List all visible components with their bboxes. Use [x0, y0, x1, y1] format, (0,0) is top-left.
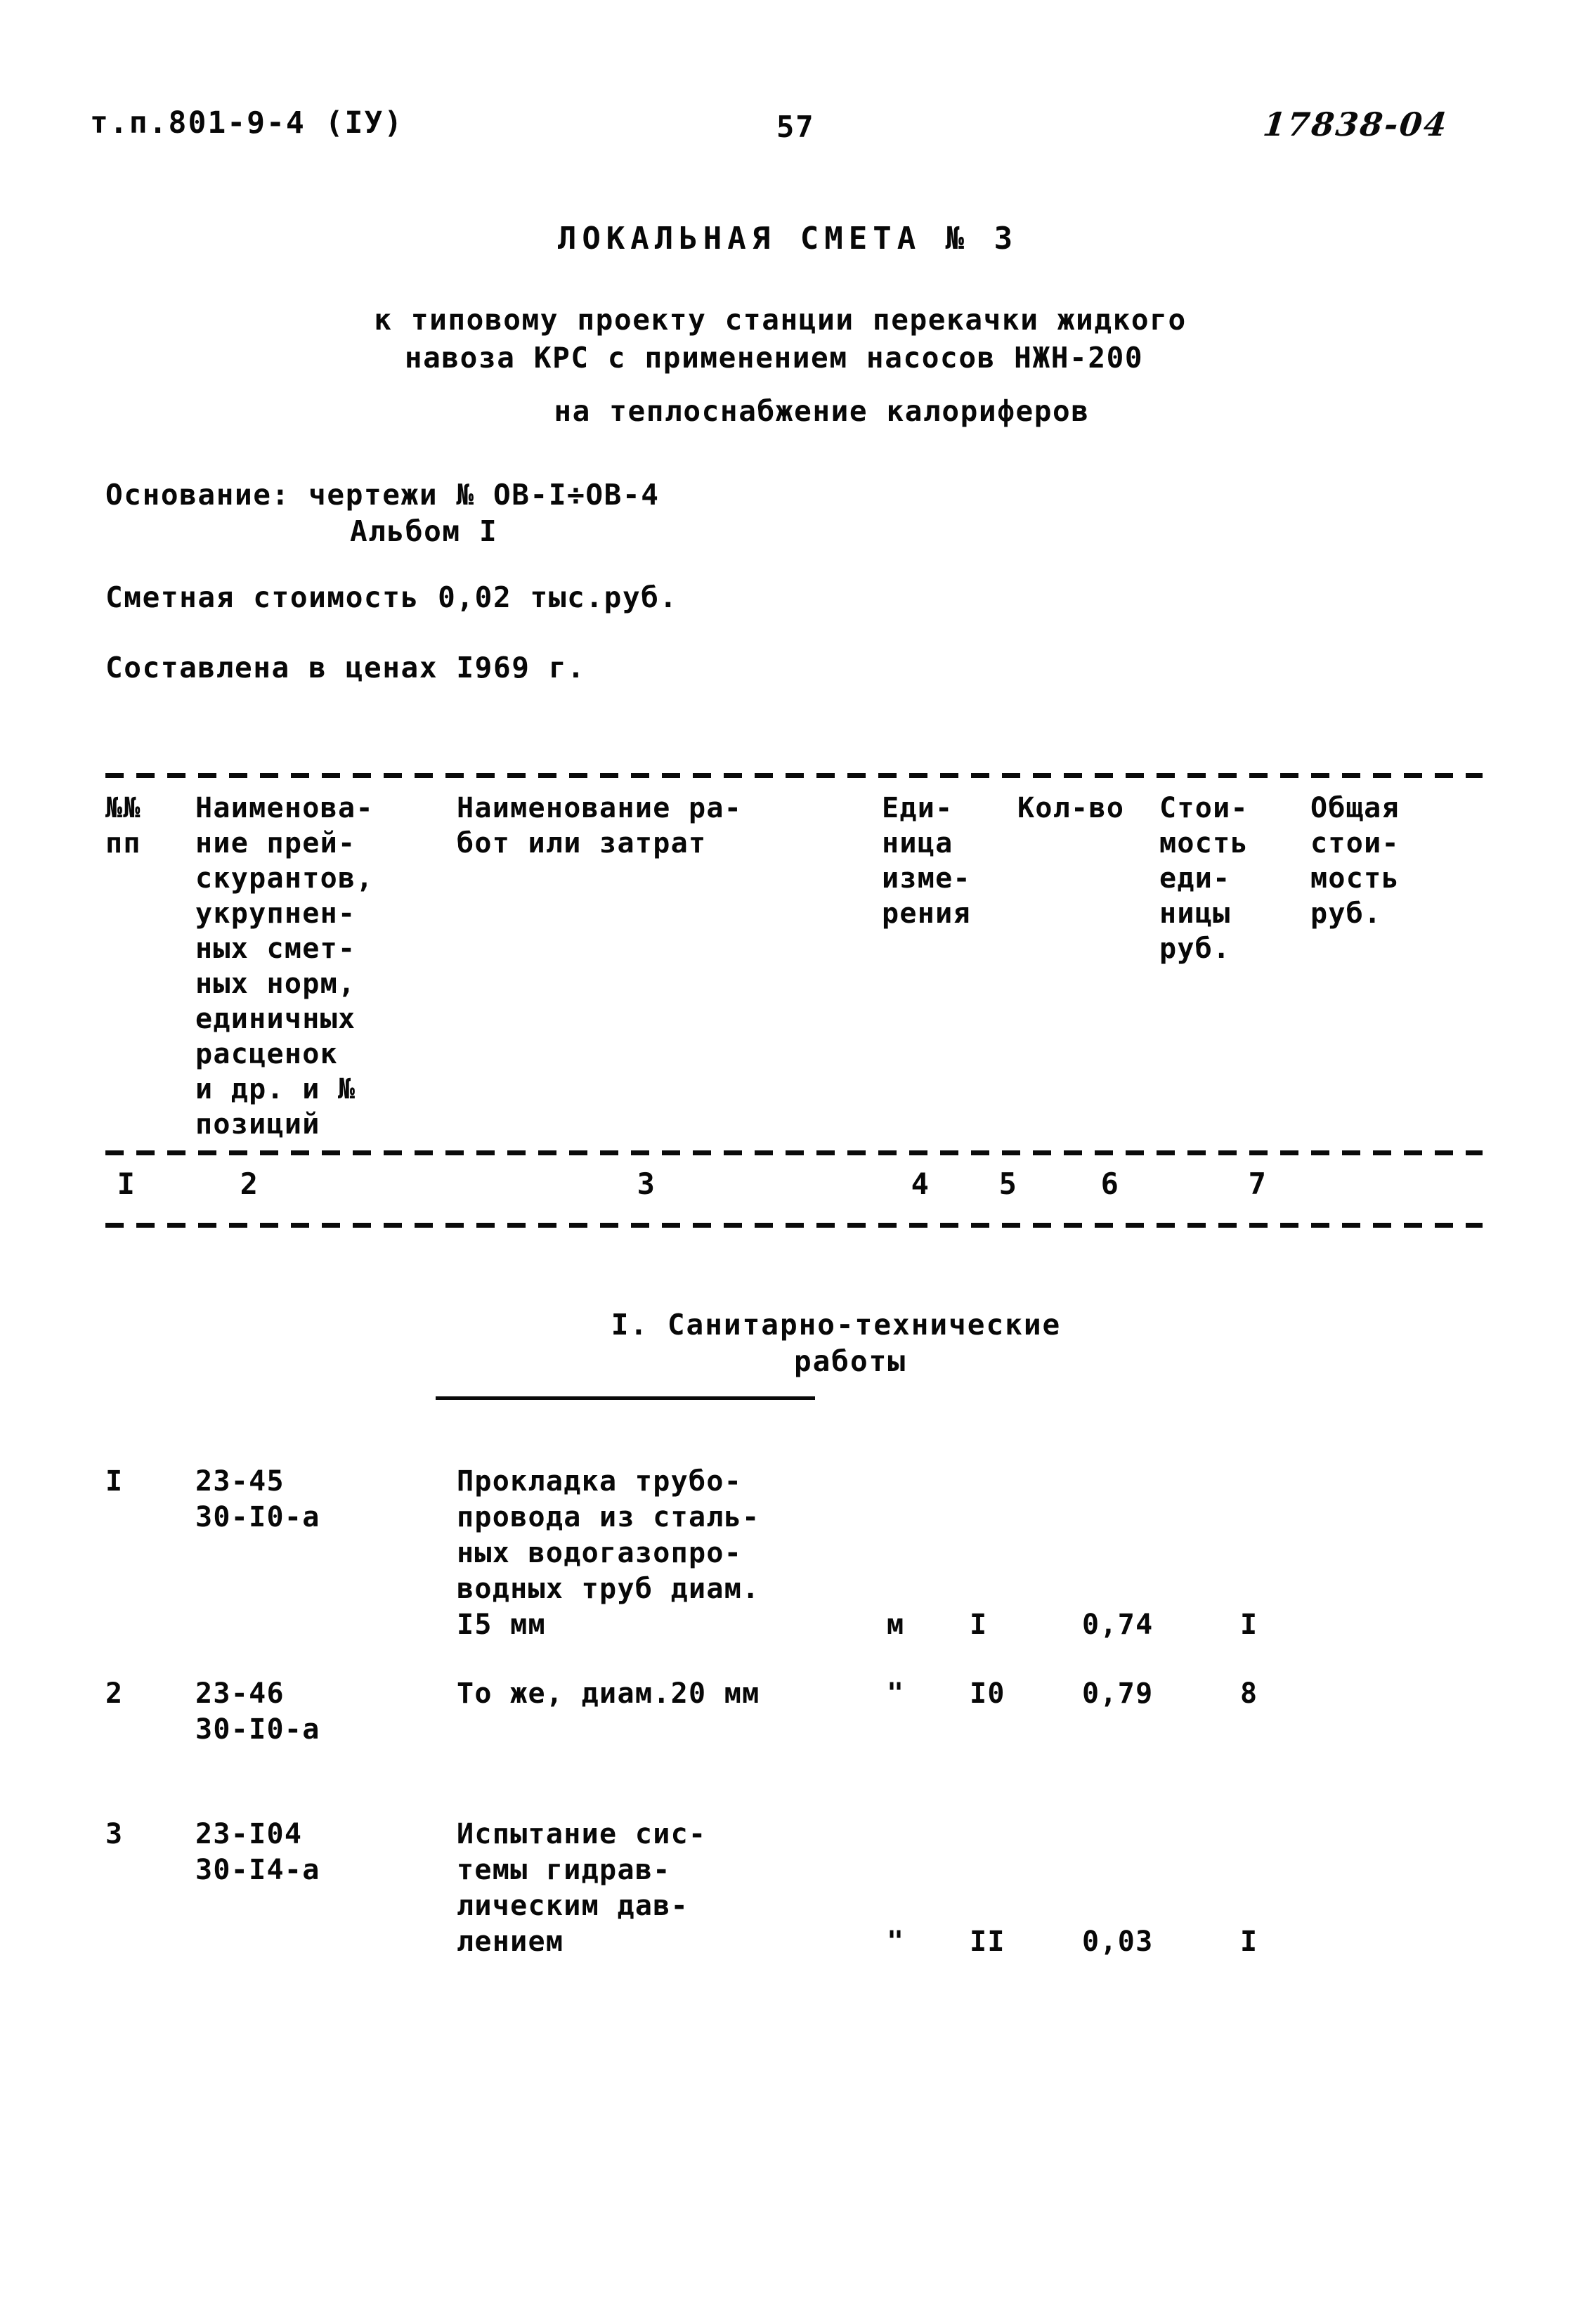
column-number-6: 6	[1100, 1167, 1120, 1201]
row-total-cost: I	[1240, 1926, 1258, 1958]
row-description: То же, диам.20 мм	[457, 1677, 760, 1710]
section-heading: I. Санитарно-технические работы	[105, 1306, 1483, 1405]
row-total-cost: 8	[1240, 1677, 1258, 1710]
column-number-7: 7	[1248, 1167, 1268, 1201]
estimate-table: №№ пп Наименова- ние прей- скурантов, ук…	[105, 773, 1483, 1971]
archive-number-annotation: 17838-04	[1261, 105, 1450, 143]
estimate-cost-line: Сметная стоимость 0,02 тыс.руб.	[105, 580, 678, 614]
subtitle-line-3: на теплоснабжение калориферов	[554, 394, 1090, 428]
document-title: ЛОКАЛЬНАЯ СМЕТА № 3	[557, 221, 1019, 257]
column-header-unit-price: Стои- мость еди- ницы руб.	[1159, 792, 1249, 965]
meta-block: Основание: чертежи № ОВ-I÷ОВ-4 Альбом I …	[105, 476, 1440, 686]
column-header-quantity: Кол-во	[1017, 792, 1125, 824]
column-header-works: Наименование ра- бот или затрат	[457, 792, 743, 859]
subtitle-line-1: к типовому проекту станции перекачки жид…	[374, 303, 1187, 337]
subtitle-line-2: навоза КРС с применением насосов НЖН-200	[404, 341, 1144, 375]
row-quantity: I0	[970, 1677, 1005, 1710]
section-heading-line-2: работы	[793, 1344, 907, 1378]
row-unit-price: 0,74	[1082, 1609, 1154, 1641]
table-header-rule	[105, 1150, 1483, 1155]
table-row: 2 23-46 30-I0-а То же, диам.20 мм " I0 0…	[105, 1676, 1483, 1760]
section-heading-line-1: I. Санитарно-технические	[611, 1308, 1062, 1342]
column-number-3: 3	[637, 1167, 656, 1201]
table-top-rule	[105, 773, 1483, 778]
row-unit-price: 0,79	[1082, 1677, 1154, 1710]
price-year-line: Составлена в ценах I969 г.	[105, 651, 586, 684]
row-unit: "	[887, 1926, 905, 1958]
row-quantity: II	[970, 1926, 1005, 1958]
table-colnum-rule	[105, 1223, 1483, 1228]
row-total-cost: I	[1240, 1609, 1258, 1641]
column-number-2: 2	[240, 1167, 259, 1201]
column-header-price-list: Наименова- ние прей- скурантов, укрупнен…	[195, 792, 374, 1141]
row-description: Испытание сис- темы гидрав- лическим дав…	[457, 1818, 707, 1958]
subtitle-block: к типовому проекту станции перекачки жид…	[0, 301, 1576, 430]
row-price-code: 23-45 30-I0-а	[195, 1465, 320, 1533]
row-unit: "	[887, 1677, 905, 1710]
column-header-unit: Еди- ница изме- рения	[882, 792, 971, 930]
page-number: 57	[776, 110, 815, 144]
row-description: Прокладка трубо- провода из сталь- ных в…	[457, 1465, 760, 1641]
basis-line: Основание: чертежи № ОВ-I÷ОВ-4	[105, 478, 660, 512]
page-header: т.п.801-9-4 (IУ) 57 17838-04	[0, 105, 1576, 169]
column-number-row: I 2 3 4 5 6 7	[105, 1155, 1483, 1223]
row-price-code: 23-I04 30-I4-а	[195, 1818, 320, 1886]
table-header-row: №№ пп Наименова- ние прей- скурантов, ук…	[105, 778, 1483, 1150]
document-code: т.п.801-9-4 (IУ)	[90, 105, 404, 141]
document-page: т.п.801-9-4 (IУ) 57 17838-04 ЛОКАЛЬНАЯ С…	[0, 0, 1576, 2324]
row-number: I	[105, 1465, 124, 1498]
table-row: 3 23-I04 30-I4-а Испытание сис- темы гид…	[105, 1817, 1483, 1971]
row-unit: м	[887, 1609, 905, 1641]
row-price-code: 23-46 30-I0-а	[195, 1677, 320, 1746]
column-number-5: 5	[998, 1167, 1018, 1201]
basis-album-line: Альбом I	[350, 514, 498, 548]
column-number-1: I	[117, 1167, 136, 1201]
row-number: 2	[105, 1677, 124, 1710]
section-heading-underline	[436, 1396, 815, 1400]
title-block: ЛОКАЛЬНАЯ СМЕТА № 3	[0, 223, 1576, 254]
row-quantity: I	[970, 1609, 988, 1641]
row-unit-price: 0,03	[1082, 1926, 1154, 1958]
column-number-4: 4	[911, 1167, 930, 1201]
column-header-total-cost: Общая стои- мость руб.	[1310, 792, 1400, 930]
table-row: I 23-45 30-I0-а Прокладка трубо- провода…	[105, 1464, 1483, 1641]
row-number: 3	[105, 1818, 124, 1850]
